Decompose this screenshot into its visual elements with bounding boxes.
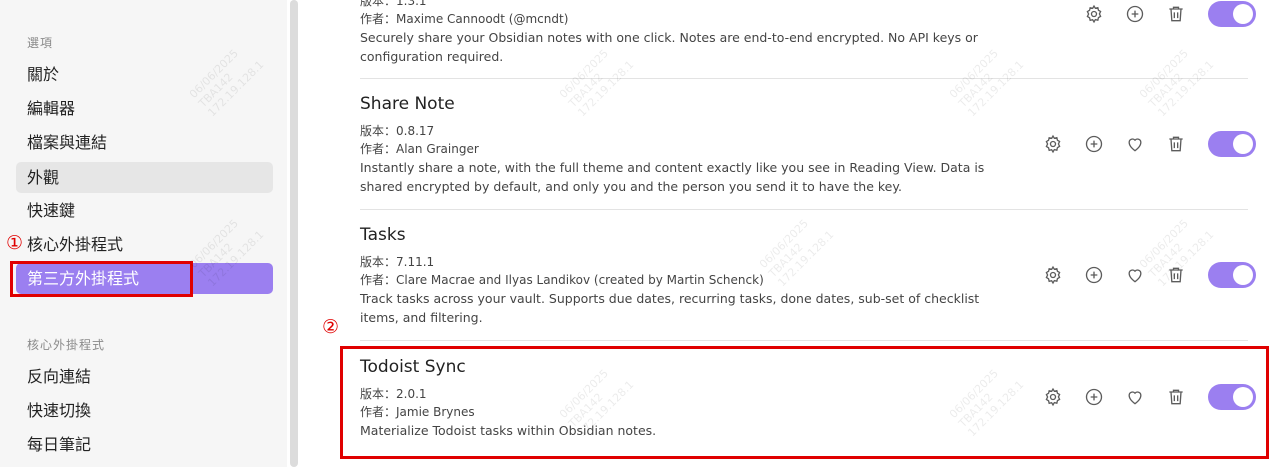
- step-1-marker: ①: [6, 232, 24, 254]
- divider: [360, 78, 1248, 79]
- plugin-controls: [1042, 262, 1256, 288]
- sidebar-item-about[interactable]: 關於: [16, 59, 273, 90]
- sidebar-item-backlinks[interactable]: 反向連結: [16, 361, 273, 392]
- sidebar-item-daily-notes[interactable]: 每日筆記: [16, 429, 273, 460]
- sidebar-item-editor[interactable]: 編輯器: [16, 93, 273, 124]
- plugin-enable-toggle[interactable]: [1208, 131, 1256, 157]
- sidebar-item-appearance[interactable]: 外觀: [16, 162, 273, 193]
- divider: [360, 340, 1248, 341]
- trash-icon[interactable]: [1165, 3, 1187, 25]
- heart-icon[interactable]: [1124, 133, 1146, 155]
- plugin-name: Tasks: [360, 225, 406, 245]
- plugin-controls: [1083, 1, 1256, 27]
- sidebar-item-quick-switcher[interactable]: 快速切換: [16, 395, 273, 426]
- plugin-description: Materialize Todoist tasks within Obsidia…: [360, 423, 657, 438]
- plus-circle-icon[interactable]: [1083, 386, 1105, 408]
- toggle-knob: [1233, 387, 1253, 407]
- heart-icon[interactable]: [1124, 264, 1146, 286]
- sidebar-item-files-links[interactable]: 檔案與連結: [16, 127, 273, 158]
- plugin-name: Todoist Sync: [360, 357, 466, 377]
- toggle-knob: [1233, 4, 1253, 24]
- plus-circle-icon[interactable]: [1083, 133, 1105, 155]
- plugin-list-panel: 版本：1.3.1 作者：Maxime Cannoodt (@mcndt) Sec…: [300, 0, 1274, 467]
- trash-icon[interactable]: [1165, 386, 1187, 408]
- settings-sidebar: 選項 關於 編輯器 檔案與連結 外觀 快速鍵 核心外掛程式 第三方外掛程式 核心…: [0, 0, 287, 467]
- sidebar-scrollbar[interactable]: [288, 0, 300, 467]
- plugin-controls: [1042, 131, 1256, 157]
- plugin-description: Track tasks across your vault. Supports …: [360, 291, 980, 325]
- plus-circle-icon[interactable]: [1083, 264, 1105, 286]
- gear-icon[interactable]: [1042, 133, 1064, 155]
- sidebar-scrollbar-thumb[interactable]: [290, 0, 298, 467]
- sidebar-item-core-plugins[interactable]: 核心外掛程式: [16, 229, 273, 260]
- plugin-name: Share Note: [360, 94, 455, 114]
- options-section-header: 選項: [27, 36, 54, 50]
- trash-icon[interactable]: [1165, 264, 1187, 286]
- sidebar-item-community-plugins[interactable]: 第三方外掛程式: [16, 263, 273, 294]
- plugin-enable-toggle[interactable]: [1208, 262, 1256, 288]
- heart-icon[interactable]: [1124, 386, 1146, 408]
- trash-icon[interactable]: [1165, 133, 1187, 155]
- plugin-description: Securely share your Obsidian notes with …: [360, 30, 978, 64]
- gear-icon[interactable]: [1042, 264, 1064, 286]
- plugin-enable-toggle[interactable]: [1208, 1, 1256, 27]
- settings-window: 選項 關於 編輯器 檔案與連結 外觀 快速鍵 核心外掛程式 第三方外掛程式 核心…: [0, 0, 1274, 467]
- plugin-description: Instantly share a note, with the full th…: [360, 160, 985, 194]
- sidebar-item-hotkeys[interactable]: 快速鍵: [16, 195, 273, 226]
- plugin-enable-toggle[interactable]: [1208, 384, 1256, 410]
- gear-icon[interactable]: [1042, 386, 1064, 408]
- plugin-controls: [1042, 384, 1256, 410]
- toggle-knob: [1233, 134, 1253, 154]
- divider: [360, 209, 1248, 210]
- plus-circle-icon[interactable]: [1124, 3, 1146, 25]
- toggle-knob: [1233, 265, 1253, 285]
- gear-icon[interactable]: [1083, 3, 1105, 25]
- core-plugins-section-header: 核心外掛程式: [27, 338, 106, 352]
- step-2-marker: ②: [322, 316, 340, 338]
